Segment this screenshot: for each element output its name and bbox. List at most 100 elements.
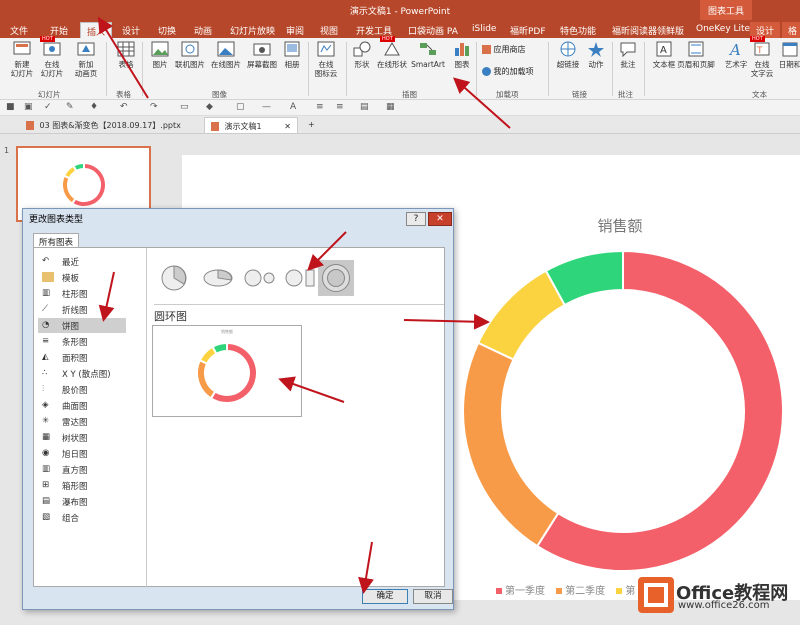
tab-foxit-pdf[interactable]: 福昕PDF	[504, 22, 552, 38]
start-slideshow-icon[interactable]: ▣	[24, 102, 33, 112]
tab-animations[interactable]: 动画	[188, 22, 218, 38]
doughnut-slice-2[interactable]	[462, 341, 560, 548]
format-painter-icon[interactable]: ✎	[66, 102, 74, 112]
chart-preview[interactable]: 销售额	[152, 325, 302, 417]
tab-chart-format[interactable]: 格	[782, 22, 800, 38]
category-histogram[interactable]: ▥ 直方图	[38, 462, 126, 477]
align-center-icon[interactable]: ≡	[336, 102, 344, 112]
chart[interactable]: 销售额 第一季度 第二季度 第	[440, 205, 800, 600]
pie-chart-icon: ◔	[42, 320, 50, 330]
doughnut-slice-4[interactable]	[72, 161, 85, 173]
tab-insert[interactable]: 插入	[80, 22, 113, 38]
recent-icon: ↶	[42, 256, 50, 266]
line-icon[interactable]: —	[262, 102, 271, 112]
doughnut-slice-3[interactable]	[476, 269, 567, 361]
category-surface[interactable]: ◈ 曲面图	[38, 398, 126, 413]
online-slide-icon	[42, 40, 62, 58]
online-image-icon	[216, 40, 236, 58]
category-pie[interactable]: ◔ 饼图	[38, 318, 126, 333]
new-tab-button[interactable]: +	[302, 117, 321, 133]
tab-features[interactable]: 特色功能	[554, 22, 602, 38]
category-recent[interactable]: ↶ 最近	[38, 254, 126, 269]
tab-pocket-animation[interactable]: 口袋动画 PA	[402, 22, 464, 38]
brush-icon[interactable]: ♦	[90, 102, 98, 112]
tab-onekey[interactable]: OneKey Lite	[690, 22, 756, 38]
tab-slideshow[interactable]: 幻灯片放映	[224, 22, 281, 38]
my-addins-button[interactable]: 我的加载项	[482, 66, 534, 77]
fill-icon[interactable]: ◆	[206, 102, 213, 112]
datetime-button[interactable]: 日期和	[770, 40, 800, 88]
subtype-pie-of-pie[interactable]	[242, 260, 278, 296]
category-templates[interactable]: 模板	[38, 270, 126, 285]
save-icon[interactable]: ■	[6, 102, 15, 112]
tab-review[interactable]: 审阅	[280, 22, 310, 38]
category-treemap[interactable]: ▦ 树状图	[38, 430, 126, 445]
scatter-chart-icon: ∴	[42, 368, 48, 378]
category-bar[interactable]: ≡ 条形图	[38, 334, 126, 349]
category-stock[interactable]: ⫶ 股价图	[38, 382, 126, 397]
app-store-button[interactable]: 应用商店	[482, 44, 526, 55]
bar-chart-icon: ≡	[42, 336, 50, 346]
online-image-button[interactable]: 在线图片	[206, 40, 246, 88]
category-radar[interactable]: ✳ 雷达图	[38, 414, 126, 429]
shape-outline-icon[interactable]: ▢	[236, 102, 245, 112]
preview-doughnut	[196, 341, 258, 404]
comment-button[interactable]: 批注	[608, 40, 648, 88]
spellcheck-icon[interactable]: ✓	[44, 102, 52, 112]
dialog-body: ↶ 最近 模板 ▥ 柱形图 ⟋ 折线图 ◔ 饼图 ≡ 条形图 ◭ 面积图 ∴ X Y (散点图…	[33, 247, 445, 588]
watermark-url: www.office26.com	[678, 600, 770, 611]
category-box-whisker[interactable]: ⊞ 箱形图	[38, 478, 126, 493]
pptx-file-icon	[211, 122, 219, 131]
shapes-icon	[352, 40, 372, 58]
doc-tab-presentation1[interactable]: 演示文稿1 ✕	[204, 117, 298, 133]
tab-foxit-reader[interactable]: 福昕阅读器领鲜版	[606, 22, 690, 38]
textbox-icon: A	[654, 40, 674, 58]
category-waterfall[interactable]: ▤ 瀑布图	[38, 494, 126, 509]
tab-transitions[interactable]: 切换	[152, 22, 182, 38]
help-button[interactable]: ?	[406, 212, 426, 226]
tab-islide[interactable]: iSlide	[466, 22, 502, 38]
group-label-comments: 批注	[618, 90, 633, 99]
chart-tools-group-label: 图表工具	[700, 0, 753, 20]
subtype-pie[interactable]	[156, 260, 192, 296]
close-button[interactable]: ✕	[428, 212, 452, 226]
header-footer-button[interactable]: 页眉和页脚	[676, 40, 716, 88]
group-label-text: 文本	[752, 90, 767, 99]
category-scatter[interactable]: ∴ X Y (散点图)	[38, 366, 126, 381]
bring-forward-icon[interactable]: ▤	[360, 102, 369, 112]
tab-design[interactable]: 设计	[116, 22, 146, 38]
category-combo[interactable]: ▧ 组合	[38, 510, 126, 525]
category-sunburst[interactable]: ◉ 旭日图	[38, 446, 126, 461]
grid-icon[interactable]: ▦	[386, 102, 395, 112]
box-whisker-chart-icon: ⊞	[42, 480, 50, 490]
doc-tab-chart-gradient[interactable]: 03 图表&渐变色【2018.09.17】.pptx	[20, 117, 187, 133]
ok-button[interactable]: 确定	[362, 589, 408, 604]
animation-page-button[interactable]: 新加 动画页	[66, 40, 106, 88]
online-shapes-button[interactable]: HOT 在线形状	[372, 36, 412, 88]
cancel-button[interactable]: 取消	[413, 589, 453, 604]
font-color-icon[interactable]: A	[290, 102, 296, 112]
align-left-icon[interactable]: ≡	[316, 102, 324, 112]
category-area[interactable]: ◭ 面积图	[38, 350, 126, 365]
chart-legend[interactable]: 第一季度 第二季度 第	[488, 582, 635, 597]
icon-cloud-button[interactable]: 在线 图标云	[306, 40, 346, 88]
group-label-illustrations: 插图	[402, 90, 417, 99]
tab-view[interactable]: 视图	[314, 22, 344, 38]
subtype-3d-pie[interactable]	[200, 260, 236, 296]
album-icon	[282, 40, 302, 58]
legend-swatch	[616, 588, 623, 594]
online-picture-button[interactable]: 联机图片	[170, 40, 210, 88]
category-line[interactable]: ⟋ 折线图	[38, 302, 126, 317]
undo-icon[interactable]: ↶	[120, 102, 128, 112]
office-logo	[638, 577, 674, 613]
select-icon[interactable]: ▭	[180, 102, 189, 112]
tab-file[interactable]: 文件	[4, 22, 34, 38]
doughnut-slice-4[interactable]	[211, 341, 228, 356]
subtype-bar-of-pie[interactable]	[282, 260, 318, 296]
subtype-doughnut[interactable]	[318, 260, 354, 296]
doughnut-slice-2[interactable]	[196, 358, 217, 400]
close-tab-icon[interactable]: ✕	[284, 122, 291, 131]
redo-icon[interactable]: ↷	[150, 102, 158, 112]
doughnut-slice-2[interactable]	[61, 174, 77, 205]
category-column[interactable]: ▥ 柱形图	[38, 286, 126, 301]
